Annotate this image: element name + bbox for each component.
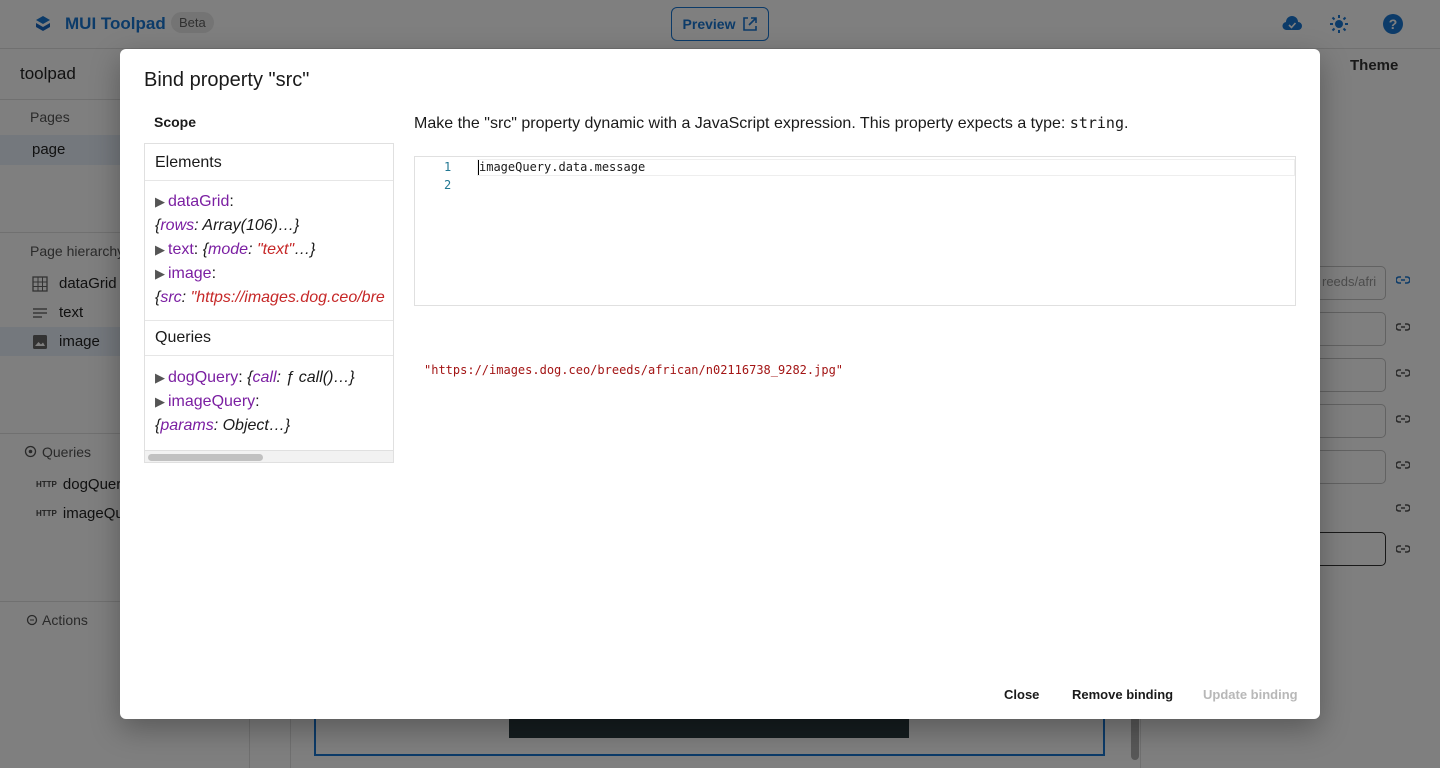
line-number: 1 — [444, 160, 452, 174]
scope-horizontal-scrollbar[interactable] — [145, 450, 393, 462]
evaluated-result: "https://images.dog.ceo/breeds/african/n… — [424, 363, 844, 377]
divider — [145, 180, 393, 181]
scrollbar-thumb[interactable] — [148, 454, 263, 461]
scope-preview: {params: Object…} — [155, 417, 291, 434]
scope-prop-value: "https://images.dog.ceo/bre — [190, 289, 385, 306]
text-caret — [478, 160, 479, 175]
scope-entry-dogquery[interactable]: ▶ dogQuery: {call: ƒ call()…} — [155, 369, 355, 387]
scope-preview: {src: "https://images.dog.ceo/bre — [155, 289, 385, 306]
scope-key: dataGrid — [168, 193, 230, 210]
expression-code[interactable]: imageQuery.data.message — [479, 160, 645, 174]
scope-entry-image[interactable]: ▶ image: — [155, 265, 216, 283]
scope-prop-value: "text" — [256, 241, 295, 258]
scope-key: image — [168, 265, 212, 282]
scope-key: dogQuery — [168, 369, 239, 386]
scope-prop-key: call — [252, 369, 277, 386]
expected-type: string — [1069, 114, 1124, 132]
scope-prop-value: ƒ call() — [285, 369, 334, 386]
dialog-title: Bind property "src" — [144, 69, 310, 91]
scope-prop-value: Array(106) — [202, 217, 278, 234]
expand-triangle-icon[interactable]: ▶ — [155, 242, 165, 257]
scope-prop-key: rows — [160, 217, 195, 234]
expand-triangle-icon[interactable]: ▶ — [155, 194, 165, 209]
remove-binding-button[interactable]: Remove binding — [1072, 687, 1173, 702]
scope-prop-key: src — [160, 289, 182, 306]
expand-triangle-icon[interactable]: ▶ — [155, 266, 165, 281]
line-number: 2 — [444, 178, 452, 192]
scope-key: text — [168, 241, 194, 258]
scope-entry-datagrid[interactable]: ▶ dataGrid: — [155, 193, 234, 211]
scope-prop-key: params — [160, 417, 214, 434]
binding-description: Make the "src" property dynamic with a J… — [414, 114, 1128, 133]
scope-heading: Scope — [154, 114, 197, 130]
close-button[interactable]: Close — [1004, 687, 1039, 702]
divider — [145, 320, 393, 321]
scope-entry-imagequery[interactable]: ▶ imageQuery: — [155, 393, 260, 411]
scope-prop-value: Object — [222, 417, 269, 434]
scope-explorer: Elements ▶ dataGrid: {rows: Array(106)…} … — [144, 143, 394, 463]
elements-heading: Elements — [155, 154, 222, 171]
scope-entry-text[interactable]: ▶ text: {mode: "text"…} — [155, 241, 315, 259]
scope-key: imageQuery — [168, 393, 256, 410]
bind-property-dialog: Bind property "src" Scope Elements ▶ data… — [120, 49, 1320, 719]
update-binding-button[interactable]: Update binding — [1203, 687, 1298, 702]
queries-heading: Queries — [155, 329, 212, 346]
scope-preview: {rows: Array(106)…} — [155, 217, 300, 234]
divider — [145, 355, 393, 356]
description-end: . — [1123, 115, 1129, 132]
expression-editor[interactable]: 1 2 imageQuery.data.message — [414, 156, 1296, 306]
expand-triangle-icon[interactable]: ▶ — [155, 394, 165, 409]
description-text: Make the "src" property dynamic with a J… — [414, 115, 1070, 132]
scope-prop-key: mode — [208, 241, 249, 258]
expand-triangle-icon[interactable]: ▶ — [155, 370, 165, 385]
